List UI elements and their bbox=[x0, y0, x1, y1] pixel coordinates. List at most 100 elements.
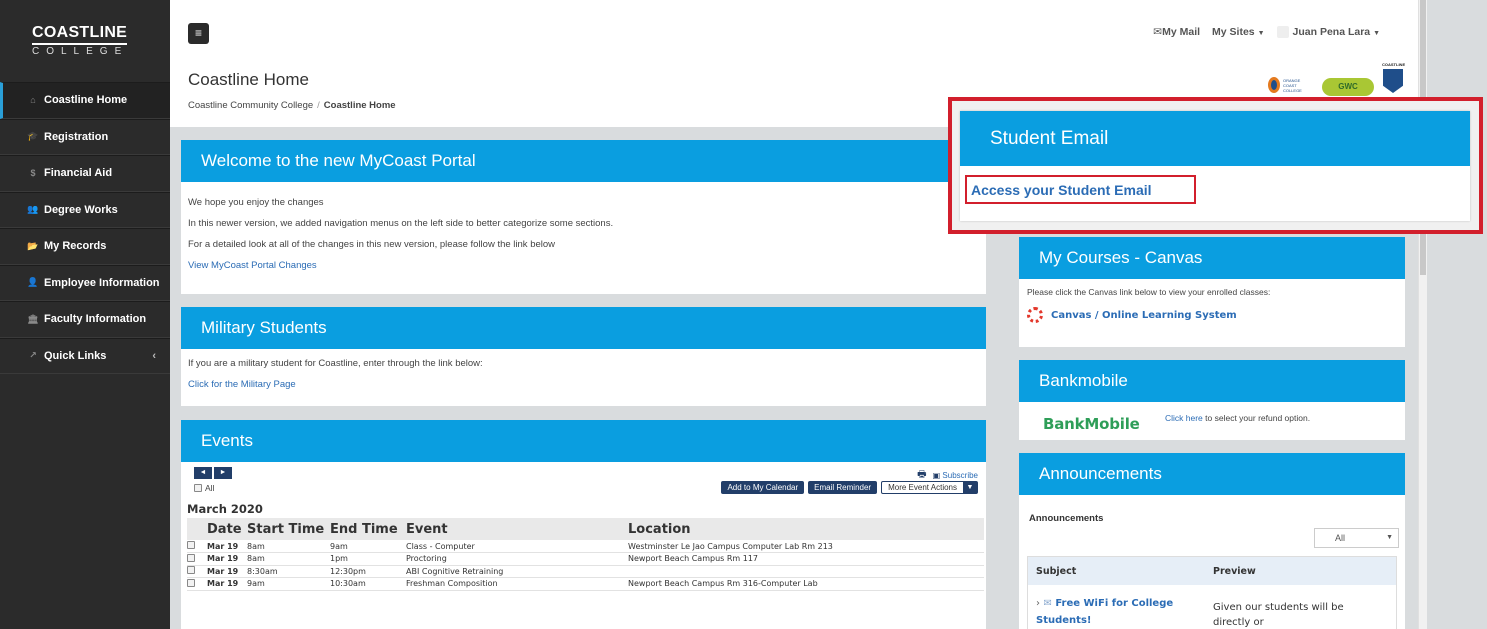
sidebar-item-quick-links[interactable]: ↗ Quick Links ‹ bbox=[0, 337, 170, 374]
money-icon: $ bbox=[30, 168, 36, 179]
select-all[interactable]: All bbox=[194, 483, 214, 493]
events-toolbar: ◄ ► 🖶 ▣ Subscribe All Add to My Calendar… bbox=[187, 462, 980, 494]
month-heading: March 2020 bbox=[187, 502, 263, 516]
breadcrumb-root[interactable]: Coastline Community College bbox=[188, 100, 313, 111]
view-portal-changes-link[interactable]: View MyCoast Portal Changes bbox=[188, 260, 317, 271]
announcements-card: Announcements Announcements All ▼ Subject… bbox=[1019, 453, 1405, 629]
event-action-buttons: Add to My Calendar Email Reminder More E… bbox=[721, 481, 978, 494]
event-end-time: 10:30am bbox=[330, 577, 406, 591]
breadcrumb: Coastline Community College / Coastline Ho… bbox=[188, 100, 396, 111]
my-mail-label: My Mail bbox=[1162, 26, 1201, 39]
next-arrow-button[interactable]: ► bbox=[214, 467, 232, 479]
table-row: Mar 19 9am 10:30am Freshman Composition Newp… bbox=[187, 577, 984, 591]
my-sites-dropdown[interactable]: My Sites ▼ bbox=[1212, 26, 1264, 38]
sidebar-item-financial-aid[interactable]: $ Financial Aid bbox=[0, 155, 170, 192]
avatar bbox=[1276, 26, 1289, 39]
top-nav: ✉My Mail My Sites ▼ Juan Pena Lara ▼ bbox=[1153, 26, 1380, 39]
row-select-cell bbox=[187, 552, 207, 566]
student-email-title: Student Email bbox=[960, 111, 1470, 166]
sidebar-item-employee-information[interactable]: 👤 Employee Information bbox=[0, 264, 170, 301]
select-all-checkbox[interactable] bbox=[194, 484, 202, 492]
row-select-cell bbox=[187, 540, 207, 553]
folder-icon: 📂 bbox=[27, 240, 39, 251]
coastline-college-logo[interactable]: COASTLINE bbox=[1382, 62, 1405, 96]
announcement-subject[interactable]: › ✉ Free WiFi for College Students! bbox=[1028, 595, 1213, 629]
column-header-start-time: Start Time bbox=[247, 518, 330, 540]
email-reminder-button[interactable]: Email Reminder bbox=[808, 481, 878, 494]
sidebar-item-label: Registration bbox=[44, 130, 109, 143]
prev-arrow-button[interactable]: ◄ bbox=[194, 467, 212, 479]
sidebar-item-faculty-information[interactable]: 🏛 Faculty Information bbox=[0, 301, 170, 338]
bankmobile-card-body: BankMobile Click here to select your ref… bbox=[1019, 402, 1405, 440]
military-text: If you are a military student for Coastl… bbox=[188, 358, 483, 369]
bankmobile-click-here-link[interactable]: Click here bbox=[1165, 413, 1203, 423]
menu-toggle-button[interactable]: ≡ bbox=[188, 23, 209, 44]
column-header-end-time: End Time bbox=[330, 518, 406, 540]
military-card-body: If you are a military student for Coastl… bbox=[181, 349, 986, 395]
chevron-left-icon: ‹ bbox=[152, 349, 156, 362]
orange-coast-college-logo[interactable]: ORANGE COAST COLLEGE bbox=[1268, 74, 1314, 96]
user-name: Juan Pena Lara bbox=[1292, 26, 1371, 38]
college-logos: ORANGE COAST COLLEGE GWC COASTLINE bbox=[1268, 62, 1405, 96]
sidebar-item-coastline-home[interactable]: ⌂ Coastline Home bbox=[0, 82, 170, 119]
user-icon: 👤 bbox=[27, 277, 39, 288]
welcome-card: Welcome to the new MyCoast Portal We hop… bbox=[181, 140, 986, 294]
caret-down-icon: ▼ bbox=[1257, 30, 1265, 38]
row-select-cell bbox=[187, 577, 207, 591]
sidebar-item-my-records[interactable]: 📂 My Records bbox=[0, 228, 170, 265]
row-checkbox[interactable] bbox=[187, 578, 195, 587]
scrollbar[interactable] bbox=[1418, 0, 1427, 629]
event-link[interactable]: Proctoring bbox=[406, 552, 628, 566]
sidebar-item-label: Faculty Information bbox=[44, 313, 147, 326]
events-card: Events ◄ ► 🖶 ▣ Subscribe All Add to My C… bbox=[181, 420, 986, 629]
user-menu[interactable]: Juan Pena Lara ▼ bbox=[1276, 26, 1380, 39]
bankmobile-card: Bankmobile BankMobile Click here to sele… bbox=[1019, 360, 1405, 440]
page-title: Coastline Home bbox=[188, 70, 309, 89]
sidebar-item-label: My Records bbox=[44, 240, 107, 253]
bankmobile-card-title: Bankmobile bbox=[1019, 360, 1405, 402]
event-location: Newport Beach Campus Rm 316-Computer Lab bbox=[628, 577, 984, 591]
my-mail-link[interactable]: ✉My Mail bbox=[1153, 26, 1200, 38]
event-link[interactable]: Freshman Composition bbox=[406, 577, 628, 591]
event-link[interactable]: Class - Computer bbox=[406, 540, 628, 553]
announcements-filter-select[interactable]: All ▼ bbox=[1314, 528, 1399, 548]
row-checkbox[interactable] bbox=[187, 541, 195, 549]
sidebar-item-label: Coastline Home bbox=[44, 94, 128, 107]
sidebar-item-registration[interactable]: 🎓 Registration bbox=[0, 118, 170, 155]
calendar-icon: ▣ bbox=[932, 471, 941, 480]
canvas-card-body: Please click the Canvas link below to vi… bbox=[1019, 279, 1405, 332]
military-page-link[interactable]: Click for the Military Page bbox=[188, 379, 296, 390]
sidebar-item-label: Financial Aid bbox=[44, 167, 113, 180]
canvas-link-row: Canvas / Online Learning System bbox=[1027, 305, 1397, 326]
add-to-calendar-button[interactable]: Add to My Calendar bbox=[721, 481, 805, 494]
select-all-label: All bbox=[205, 483, 215, 493]
event-location: Newport Beach Campus Rm 117 bbox=[628, 552, 984, 566]
announcements-card-title: Announcements bbox=[1019, 453, 1405, 495]
bankmobile-text: to select your refund option. bbox=[1202, 413, 1311, 423]
announcement-row[interactable]: › ✉ Free WiFi for College Students! Give… bbox=[1028, 585, 1396, 629]
coastline-logo[interactable]: COASTLINE COLLEGE bbox=[0, 0, 170, 82]
golden-west-college-logo[interactable]: GWC bbox=[1322, 78, 1374, 96]
access-student-email-link[interactable]: Access your Student Email bbox=[971, 182, 1152, 198]
envelope-icon: ✉ bbox=[1043, 598, 1052, 609]
column-header-preview: Preview bbox=[1213, 565, 1256, 577]
row-checkbox[interactable] bbox=[187, 566, 195, 575]
row-checkbox[interactable] bbox=[187, 553, 195, 562]
welcome-card-title: Welcome to the new MyCoast Portal bbox=[181, 140, 986, 182]
event-link[interactable]: ABI Cognitive Retraining bbox=[406, 565, 628, 578]
subscribe-link[interactable]: ▣ Subscribe bbox=[933, 471, 978, 480]
more-event-actions-button[interactable]: More Event Actions ▼ bbox=[881, 481, 978, 494]
canvas-icon bbox=[1027, 307, 1043, 324]
logo-text: COASTLINE bbox=[32, 24, 128, 45]
sidebar-item-degree-works[interactable]: 👥 Degree Works bbox=[0, 191, 170, 228]
bankmobile-logo[interactable]: BankMobile bbox=[1043, 415, 1140, 433]
canvas-link[interactable]: Canvas / Online Learning System bbox=[1051, 310, 1237, 321]
table-row: Mar 19 8am 1pm Proctoring Newport Beach Camp… bbox=[187, 552, 984, 566]
student-email-highlight: Student Email Access your Student Email bbox=[948, 97, 1483, 234]
column-header-location: Location bbox=[628, 518, 984, 540]
occ-logo-text: ORANGE COAST COLLEGE bbox=[1282, 77, 1302, 93]
canvas-card: My Courses - Canvas Please click the Can… bbox=[1019, 237, 1405, 347]
sidebar-item-label: Degree Works bbox=[44, 203, 118, 216]
caret-down-icon: ▼ bbox=[1386, 534, 1393, 541]
home-icon: ⌂ bbox=[30, 95, 36, 106]
